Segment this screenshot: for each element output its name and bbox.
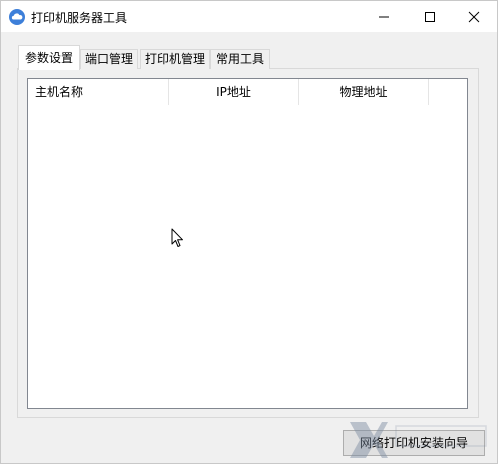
minimize-button[interactable] [361,1,407,32]
host-list[interactable]: 主机名称 IP地址 物理地址 [27,78,468,409]
minimize-icon [379,16,389,18]
window-title: 打印机服务器工具 [31,11,128,25]
mouse-cursor-icon [171,228,185,251]
tab-port-management[interactable]: 端口管理 [80,49,138,69]
close-button[interactable] [451,1,497,32]
column-ip-address[interactable]: IP地址 [169,79,299,105]
title-bar[interactable]: 打印机服务器工具 [1,1,497,32]
maximize-icon [425,12,435,22]
tab-printer-management[interactable]: 打印机管理 [140,49,210,69]
install-wizard-button[interactable]: 网络打印机安装向导 [343,430,485,456]
column-host-name[interactable]: 主机名称 [28,79,169,105]
tab-common-tools[interactable]: 常用工具 [210,49,270,69]
tab-parameter-settings[interactable]: 参数设置 [18,45,80,70]
close-icon [468,11,480,23]
maximize-button[interactable] [407,1,453,32]
cloud-icon [9,9,25,25]
list-header: 主机名称 IP地址 物理地址 [28,79,467,105]
column-mac-address[interactable]: 物理地址 [299,79,429,105]
